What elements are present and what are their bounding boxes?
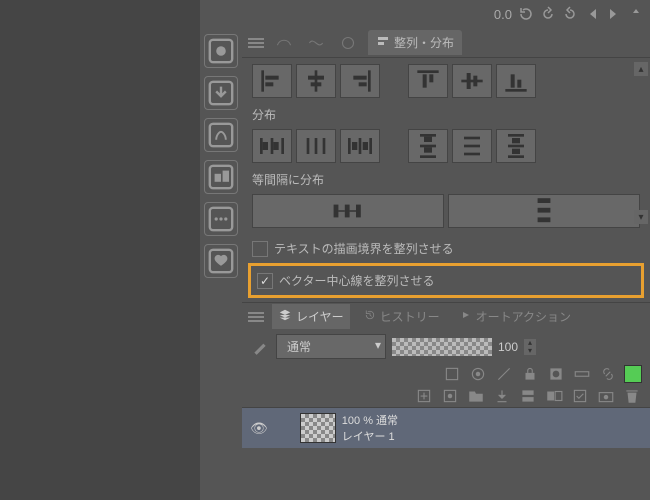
scroll-up-icon[interactable]: ▴ bbox=[634, 62, 648, 76]
panel-menu-icon[interactable] bbox=[248, 38, 264, 48]
delete-layer-icon[interactable] bbox=[622, 387, 642, 405]
text-bounds-checkbox-row[interactable]: テキストの描画境界を整列させる bbox=[242, 236, 650, 261]
vector-center-checkbox-row[interactable]: ベクター中心線を整列させる bbox=[255, 268, 637, 293]
dock-material-icon[interactable] bbox=[204, 118, 238, 152]
align-left-icon[interactable] bbox=[252, 64, 292, 98]
autoaction-icon bbox=[460, 309, 472, 324]
align-section: ▴ 分布 等間隔に分布 ▾ bbox=[242, 58, 650, 228]
layer-item[interactable]: 👁 100 % 通常 レイヤー 1 bbox=[242, 408, 650, 448]
dock-timeline-icon[interactable] bbox=[204, 202, 238, 236]
dock-favorite-icon[interactable] bbox=[204, 244, 238, 278]
camera-icon[interactable] bbox=[596, 387, 616, 405]
layer-text: 100 % 通常 レイヤー 1 bbox=[342, 412, 398, 444]
new-folder-icon[interactable] bbox=[466, 387, 486, 405]
skip-back-icon[interactable] bbox=[584, 6, 600, 22]
layer-controls-row: 通常 100 ▴▾ bbox=[242, 330, 650, 363]
clip-icon[interactable] bbox=[442, 365, 462, 383]
dist-vcenter-icon[interactable] bbox=[452, 129, 492, 163]
layer-opacity-mode: 100 % 通常 bbox=[342, 412, 398, 428]
ruler-icon[interactable] bbox=[572, 365, 592, 383]
layers-stack-icon bbox=[278, 308, 292, 325]
align-bottom-icon[interactable] bbox=[496, 64, 536, 98]
opacity-slider[interactable] bbox=[392, 338, 492, 356]
lock-icon[interactable] bbox=[520, 365, 540, 383]
equal-spacing-label: 等間隔に分布 bbox=[252, 171, 640, 188]
dock-3d-icon[interactable] bbox=[204, 160, 238, 194]
dist-top-icon[interactable] bbox=[408, 129, 448, 163]
align-top-icon[interactable] bbox=[408, 64, 448, 98]
opacity-stepper[interactable]: ▴▾ bbox=[524, 339, 536, 355]
mask-icon[interactable] bbox=[546, 365, 566, 383]
tab-history[interactable]: ヒストリー bbox=[358, 304, 446, 329]
reference-icon[interactable] bbox=[468, 365, 488, 383]
rotation-value: 0.0 bbox=[494, 7, 512, 22]
history-icon bbox=[364, 309, 376, 324]
equal-horizontal-icon[interactable] bbox=[252, 194, 444, 228]
dist-right-icon[interactable] bbox=[340, 129, 380, 163]
merge-down-icon[interactable] bbox=[518, 387, 538, 405]
canvas-area bbox=[0, 0, 200, 500]
equal-vertical-icon[interactable] bbox=[448, 194, 640, 228]
rotate-left-icon[interactable] bbox=[540, 6, 556, 22]
reset-rotation-icon[interactable] bbox=[518, 6, 534, 22]
blend-mode-dropdown[interactable]: 通常 bbox=[276, 334, 386, 359]
layer-color-swatch[interactable] bbox=[624, 365, 642, 383]
dock-quickaccess-icon[interactable] bbox=[204, 34, 238, 68]
scroll-down-icon[interactable]: ▾ bbox=[634, 210, 648, 224]
draft-icon[interactable] bbox=[494, 365, 514, 383]
layer-lock-row bbox=[242, 363, 650, 385]
apply-mask-icon[interactable] bbox=[570, 387, 590, 405]
text-bounds-label: テキストの描画境界を整列させる bbox=[274, 240, 454, 257]
dock-sidebar bbox=[200, 28, 242, 500]
align-hcenter-icon[interactable] bbox=[296, 64, 336, 98]
checkbox-checked-icon[interactable] bbox=[257, 273, 273, 289]
tab-layers[interactable]: レイヤー bbox=[272, 304, 350, 329]
layer-name: レイヤー 1 bbox=[342, 428, 398, 444]
dist-bottom-icon[interactable] bbox=[496, 129, 536, 163]
new-vector-layer-icon[interactable] bbox=[440, 387, 460, 405]
tab-icon-1[interactable] bbox=[272, 32, 296, 54]
link-icon[interactable] bbox=[598, 365, 618, 383]
palette-knife-icon[interactable] bbox=[250, 338, 270, 356]
align-panel-tabs: 整列・分布 bbox=[242, 28, 650, 58]
rotate-right-icon[interactable] bbox=[562, 6, 578, 22]
new-raster-layer-icon[interactable] bbox=[414, 387, 434, 405]
tab-icon-2[interactable] bbox=[304, 32, 328, 54]
tab-autoaction[interactable]: オートアクション bbox=[454, 304, 577, 329]
dist-hcenter-icon[interactable] bbox=[296, 129, 336, 163]
flip-icon[interactable] bbox=[628, 6, 644, 22]
tab-align[interactable]: 整列・分布 bbox=[368, 30, 462, 55]
layers-menu-icon[interactable] bbox=[248, 312, 264, 322]
top-toolbar: 0.0 bbox=[200, 0, 650, 28]
layer-thumbnail[interactable] bbox=[300, 413, 336, 443]
transfer-down-icon[interactable] bbox=[492, 387, 512, 405]
tab-icon-3[interactable] bbox=[336, 32, 360, 54]
distribute-label: 分布 bbox=[252, 106, 640, 123]
highlighted-option: ベクター中心線を整列させる bbox=[248, 263, 644, 298]
checkbox-unchecked-icon[interactable] bbox=[252, 241, 268, 257]
vector-center-label: ベクター中心線を整列させる bbox=[279, 272, 435, 289]
layers-panel-tabs: レイヤー ヒストリー オートアクション bbox=[242, 302, 650, 330]
tab-align-label: 整列・分布 bbox=[394, 34, 454, 51]
align-right-icon[interactable] bbox=[340, 64, 380, 98]
skip-forward-icon[interactable] bbox=[606, 6, 622, 22]
align-tab-icon bbox=[376, 34, 390, 51]
layer-link-slot-icon[interactable] bbox=[274, 419, 294, 437]
main-panel: 整列・分布 ▴ 分布 等間隔に分布 bbox=[242, 28, 650, 500]
add-mask-icon[interactable] bbox=[544, 387, 564, 405]
layer-list: 👁 100 % 通常 レイヤー 1 bbox=[242, 407, 650, 448]
opacity-value: 100 bbox=[498, 340, 518, 354]
visibility-eye-icon[interactable]: 👁 bbox=[250, 420, 268, 437]
layer-action-row bbox=[242, 385, 650, 407]
dock-download-icon[interactable] bbox=[204, 76, 238, 110]
align-vcenter-icon[interactable] bbox=[452, 64, 492, 98]
dist-left-icon[interactable] bbox=[252, 129, 292, 163]
